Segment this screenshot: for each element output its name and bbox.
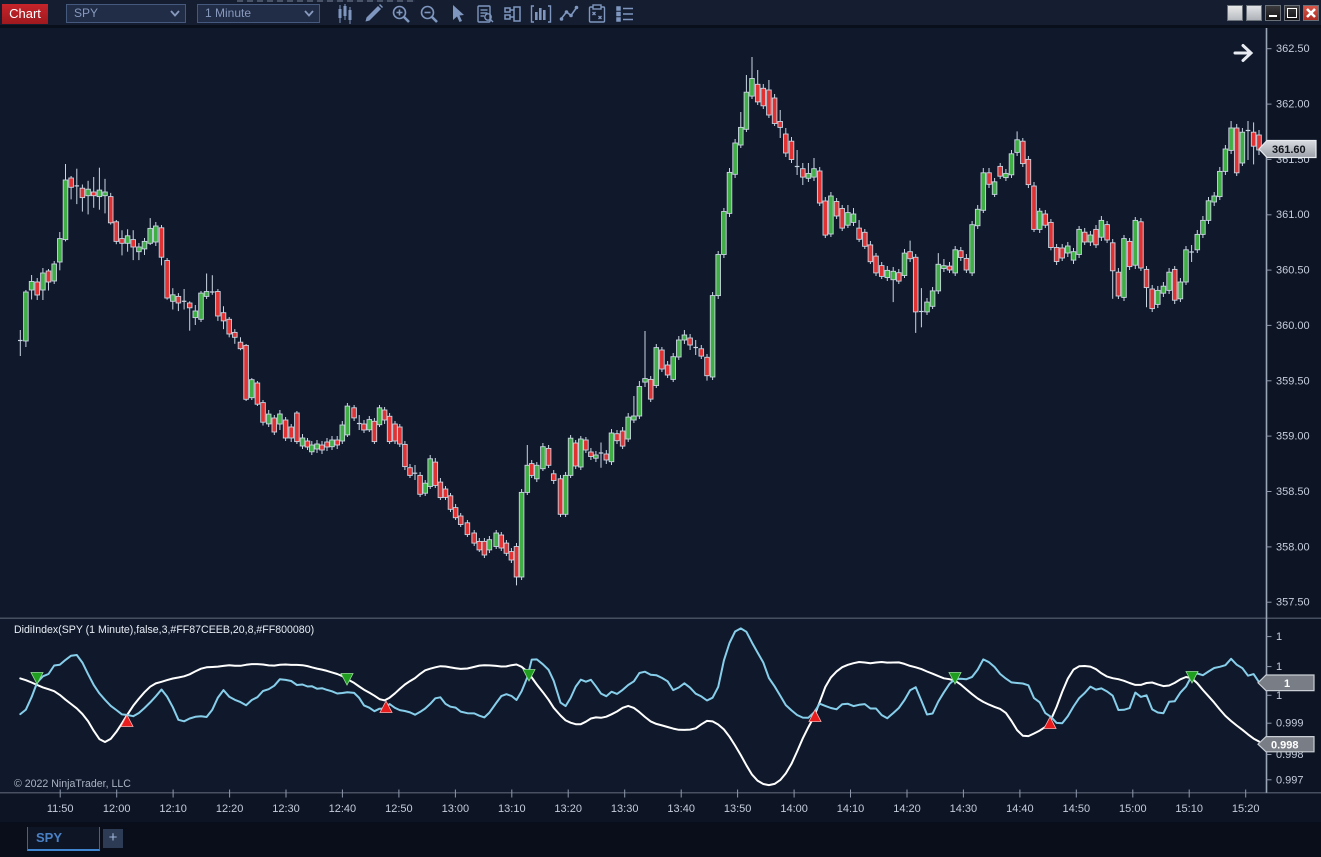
svg-text:361.00: 361.00 (1276, 209, 1310, 221)
svg-text:DidiIndex(SPY (1 Minute),false: DidiIndex(SPY (1 Minute),false,3,#FF87CE… (14, 624, 314, 636)
svg-text:11:50: 11:50 (47, 803, 74, 815)
svg-text:12:40: 12:40 (329, 803, 357, 815)
svg-text:13:30: 13:30 (611, 803, 639, 815)
svg-text:357.50: 357.50 (1276, 597, 1310, 609)
svg-text:362.50: 362.50 (1276, 43, 1310, 55)
svg-text:359.00: 359.00 (1276, 431, 1310, 443)
svg-text:12:30: 12:30 (272, 803, 300, 815)
svg-text:15:20: 15:20 (1232, 803, 1260, 815)
svg-text:14:20: 14:20 (893, 803, 921, 815)
svg-text:358.00: 358.00 (1276, 541, 1310, 553)
svg-text:© 2022 NinjaTrader, LLC: © 2022 NinjaTrader, LLC (14, 778, 131, 790)
svg-text:15:10: 15:10 (1175, 803, 1203, 815)
svg-text:360.50: 360.50 (1276, 265, 1310, 277)
svg-text:13:00: 13:00 (442, 803, 470, 815)
svg-text:14:30: 14:30 (950, 803, 978, 815)
svg-text:13:20: 13:20 (554, 803, 582, 815)
svg-text:12:50: 12:50 (385, 803, 413, 815)
svg-text:14:40: 14:40 (1006, 803, 1034, 815)
svg-text:1: 1 (1276, 631, 1282, 643)
svg-text:1: 1 (1276, 690, 1282, 702)
svg-text:14:00: 14:00 (780, 803, 808, 815)
svg-text:15:00: 15:00 (1119, 803, 1147, 815)
svg-text:0.998: 0.998 (1271, 740, 1299, 752)
svg-text:1: 1 (1276, 661, 1282, 673)
svg-text:358.50: 358.50 (1276, 486, 1310, 498)
svg-text:360.00: 360.00 (1276, 320, 1310, 332)
svg-text:13:10: 13:10 (498, 803, 526, 815)
svg-text:1: 1 (1284, 678, 1290, 690)
svg-text:12:00: 12:00 (103, 803, 131, 815)
svg-text:12:20: 12:20 (216, 803, 244, 815)
svg-text:361.60: 361.60 (1272, 144, 1306, 156)
svg-text:14:50: 14:50 (1063, 803, 1091, 815)
svg-text:362.00: 362.00 (1276, 99, 1310, 111)
svg-text:12:10: 12:10 (159, 803, 187, 815)
svg-text:0.999: 0.999 (1276, 718, 1304, 730)
svg-text:0.997: 0.997 (1276, 774, 1304, 786)
svg-text:359.50: 359.50 (1276, 375, 1310, 387)
svg-text:13:40: 13:40 (667, 803, 695, 815)
svg-text:14:10: 14:10 (837, 803, 865, 815)
svg-text:13:50: 13:50 (724, 803, 752, 815)
